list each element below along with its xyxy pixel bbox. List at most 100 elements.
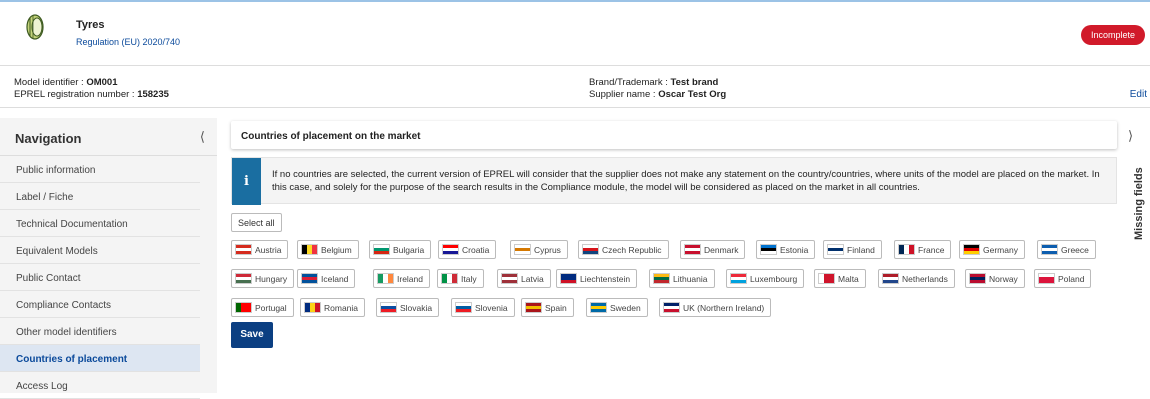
country-chip[interactable]: Greece xyxy=(1037,240,1096,259)
sidebar-item[interactable]: Equivalent Models xyxy=(0,237,200,264)
country-label: Croatia xyxy=(462,245,490,255)
country-chip[interactable]: Finland xyxy=(823,240,882,259)
flag-icon xyxy=(377,273,394,284)
header-divider xyxy=(0,65,1150,66)
country-chip[interactable]: Bulgaria xyxy=(369,240,432,259)
country-chip[interactable]: Croatia xyxy=(438,240,497,259)
flag-icon xyxy=(235,302,252,313)
country-label: Poland xyxy=(1058,274,1085,284)
edit-link[interactable]: Edit xyxy=(1130,89,1147,100)
flag-icon xyxy=(653,273,670,284)
country-chip[interactable]: Spain xyxy=(521,298,574,317)
country-label: Latvia xyxy=(521,274,544,284)
flag-icon xyxy=(525,302,542,313)
select-all-button[interactable]: Select all xyxy=(231,213,282,232)
country-label: Hungary xyxy=(255,274,288,284)
flag-icon xyxy=(301,244,318,255)
model-identifier-label: Model identifier : xyxy=(14,77,87,88)
country-chip[interactable]: Luxembourg xyxy=(726,269,805,288)
sidebar-item[interactable]: Access Log xyxy=(0,372,200,399)
country-label: Portugal xyxy=(255,303,287,313)
flag-icon xyxy=(442,244,459,255)
flag-icon xyxy=(760,244,777,255)
country-label: Greece xyxy=(1061,245,1089,255)
navigation-header: Navigation ⟨ xyxy=(0,118,217,156)
flag-icon xyxy=(235,244,252,255)
brand-label: Brand/Trademark : xyxy=(589,77,671,88)
info-icon: i xyxy=(232,158,261,205)
section-title-bar: Countries of placement on the market xyxy=(231,121,1117,149)
chevron-right-icon[interactable]: ⟩ xyxy=(1128,128,1133,144)
navigation-title: Navigation xyxy=(15,131,82,146)
flag-icon xyxy=(1041,244,1058,255)
country-label: Slovakia xyxy=(400,303,433,313)
country-chip[interactable]: Latvia xyxy=(497,269,551,288)
country-label: Czech Republic xyxy=(602,245,662,255)
country-chip[interactable]: Czech Republic xyxy=(578,240,669,259)
country-chip[interactable]: Portugal xyxy=(231,298,294,317)
country-label: Estonia xyxy=(780,245,809,255)
country-chip[interactable]: Estonia xyxy=(756,240,816,259)
flag-icon xyxy=(582,244,599,255)
sidebar-item[interactable]: Public Contact xyxy=(0,264,200,291)
supplier-label: Supplier name : xyxy=(589,89,659,100)
model-identifier-value: OM001 xyxy=(86,77,118,88)
eprel-label: EPREL registration number : xyxy=(14,89,138,100)
country-label: Belgium xyxy=(321,245,352,255)
country-chip[interactable]: Hungary xyxy=(231,269,295,288)
country-label: Spain xyxy=(545,303,567,313)
country-chip[interactable]: Malta xyxy=(814,269,866,288)
country-label: Liechtenstein xyxy=(580,274,631,284)
country-chip[interactable]: Lithuania xyxy=(649,269,715,288)
country-label: Denmark xyxy=(704,245,739,255)
country-chip[interactable]: Italy xyxy=(437,269,484,288)
country-label: UK (Northern Ireland) xyxy=(683,303,765,313)
country-chip[interactable]: Austria xyxy=(231,240,289,259)
supplier-value: Oscar Test Org xyxy=(658,89,727,100)
flag-icon xyxy=(304,302,321,313)
country-chip[interactable]: Germany xyxy=(959,240,1025,259)
country-label: Finland xyxy=(847,245,875,255)
country-label: Bulgaria xyxy=(393,245,425,255)
flag-icon xyxy=(818,273,835,284)
country-chip[interactable]: Poland xyxy=(1034,269,1092,288)
country-chip[interactable]: Sweden xyxy=(586,298,648,317)
sidebar-item[interactable]: Label / Fiche xyxy=(0,183,200,210)
flag-icon xyxy=(373,244,390,255)
sidebar-item[interactable]: Technical Documentation xyxy=(0,210,200,237)
regulation-link[interactable]: Regulation (EU) 2020/740 xyxy=(76,37,180,47)
sidebar-item[interactable]: Other model identifiers xyxy=(0,318,200,345)
missing-fields-label: Missing fields xyxy=(1133,167,1145,240)
missing-fields-panel-toggle[interactable]: Missing fields xyxy=(1131,160,1149,250)
sidebar-item[interactable]: Public information xyxy=(0,156,200,183)
country-chip[interactable]: Cyprus xyxy=(510,240,568,259)
country-chip[interactable]: France xyxy=(894,240,952,259)
country-chip[interactable]: Denmark xyxy=(680,240,746,259)
chevron-left-icon[interactable]: ⟨ xyxy=(200,129,205,145)
country-label: Germany xyxy=(983,245,1018,255)
country-chip[interactable]: UK (Northern Ireland) xyxy=(659,298,772,317)
sidebar-item[interactable]: Compliance Contacts xyxy=(0,291,200,318)
country-chip[interactable]: Romania xyxy=(300,298,366,317)
country-chip[interactable]: Slovakia xyxy=(376,298,440,317)
country-chip[interactable]: Ireland xyxy=(373,269,430,288)
country-chip[interactable]: Belgium xyxy=(297,240,359,259)
country-label: Iceland xyxy=(321,274,349,284)
save-button[interactable]: Save xyxy=(231,322,273,348)
model-identifier: Model identifier : OM001 EPREL registrat… xyxy=(14,77,169,101)
country-chip[interactable]: Liechtenstein xyxy=(556,269,638,288)
country-chip[interactable]: Iceland xyxy=(297,269,356,288)
flag-icon xyxy=(590,302,607,313)
brand-value: Test brand xyxy=(670,77,719,88)
country-label: Austria xyxy=(255,245,282,255)
flag-icon xyxy=(441,273,458,284)
country-chip[interactable]: Slovenia xyxy=(451,298,515,317)
sidebar-item[interactable]: Countries of placement xyxy=(0,345,200,372)
country-chip[interactable]: Norway xyxy=(965,269,1025,288)
flag-icon xyxy=(514,244,531,255)
country-chip[interactable]: Netherlands xyxy=(878,269,955,288)
country-label: Netherlands xyxy=(902,274,948,284)
country-label: Ireland xyxy=(397,274,423,284)
flag-icon xyxy=(898,244,915,255)
country-label: Italy xyxy=(461,274,477,284)
